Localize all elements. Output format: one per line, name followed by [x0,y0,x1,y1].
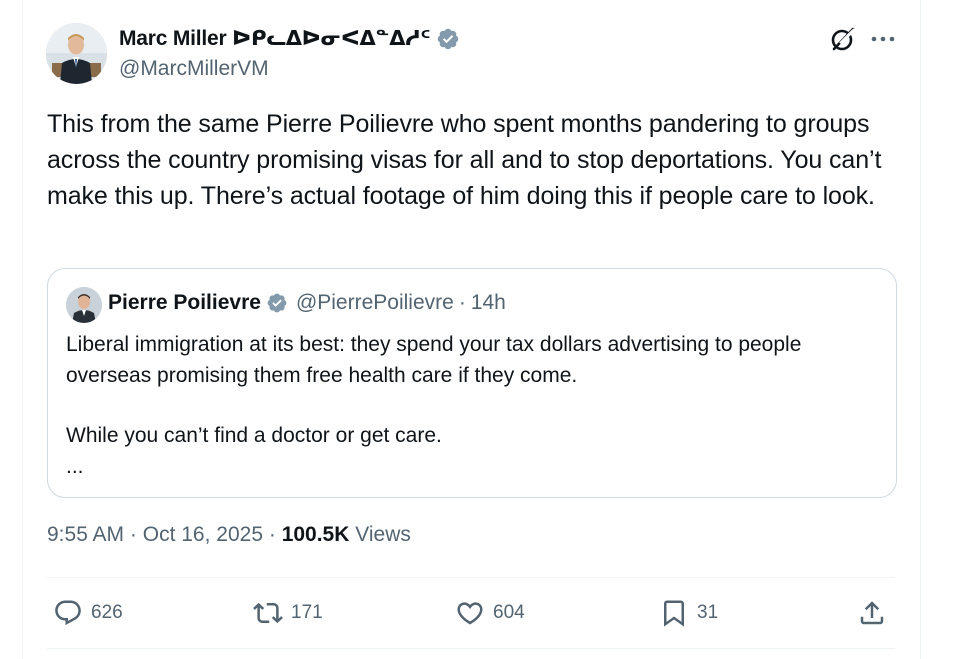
verified-badge-icon[interactable] [436,27,460,51]
bookmark-count: 31 [697,602,719,623]
quoted-timestamp[interactable]: 14h [471,291,506,315]
quoted-paragraph: While you can’t find a doctor or get car… [66,424,442,447]
repost-icon [253,602,283,624]
like-count: 604 [493,602,525,623]
like-button[interactable]: 604 [455,596,525,630]
grok-icon[interactable] [829,25,857,53]
timeline-border-right [920,0,921,659]
divider [47,577,895,578]
reply-button[interactable]: 626 [53,596,123,630]
separator-dot: · [129,523,137,546]
timeline-border-left [22,0,23,659]
tweet-date[interactable]: Oct 16, 2025 [143,523,263,546]
more-icon[interactable] [869,27,897,51]
quoted-author-avatar[interactable] [66,287,102,323]
bookmark-button[interactable]: 31 [659,596,718,630]
reply-icon [55,600,81,626]
repost-button[interactable]: 171 [253,596,323,630]
like-icon [457,602,483,625]
tweet-text: This from the same Pierre Poilievre who … [47,110,882,210]
separator-dot: · [268,523,276,546]
author-name-row: Marc Miller ᐅᑭᓚᐃᐅᓂᐸᐃᓐᐃᓱᑦ [119,26,460,51]
tweet-detail: Marc Miller ᐅᑭᓚᐃᐅᓂᐸᐃᓐᐃᓱᑦ @MarcMillerVM T… [0,0,953,659]
quoted-header: Pierre Poilievre @PierrePoilievre · 14h [108,291,506,315]
reply-count: 626 [91,602,123,623]
quoted-truncation: ... [66,455,84,478]
quoted-handle[interactable]: @PierrePoilievre [296,291,454,315]
views-count[interactable]: 100.5K [282,523,350,546]
author-display-name[interactable]: Marc Miller ᐅᑭᓚᐃᐅᓂᐸᐃᓐᐃᓱᑦ [119,26,431,51]
quoted-tweet[interactable]: Pierre Poilievre @PierrePoilievre · 14h … [47,268,897,498]
verified-badge-icon[interactable] [266,292,288,314]
author-avatar[interactable] [46,23,107,84]
quoted-paragraph: Liberal immigration at its best: they sp… [66,333,802,387]
tweet-time[interactable]: 9:55 AM [47,523,124,546]
quoted-display-name[interactable]: Pierre Poilievre [108,291,261,315]
divider [47,648,895,649]
separator-dot: · [458,291,466,314]
quoted-text: Liberal immigration at its best: they sp… [66,329,866,482]
repost-count: 171 [291,602,323,623]
share-icon [860,601,884,625]
action-bar: 626 171 604 31 [47,596,895,630]
author-handle[interactable]: @MarcMillerVM [119,57,269,81]
views-label: Views [355,523,411,546]
share-button[interactable] [857,596,887,630]
tweet-meta: 9:55 AM · Oct 16, 2025 · 100.5K Views [47,523,411,547]
bookmark-icon [664,600,684,627]
